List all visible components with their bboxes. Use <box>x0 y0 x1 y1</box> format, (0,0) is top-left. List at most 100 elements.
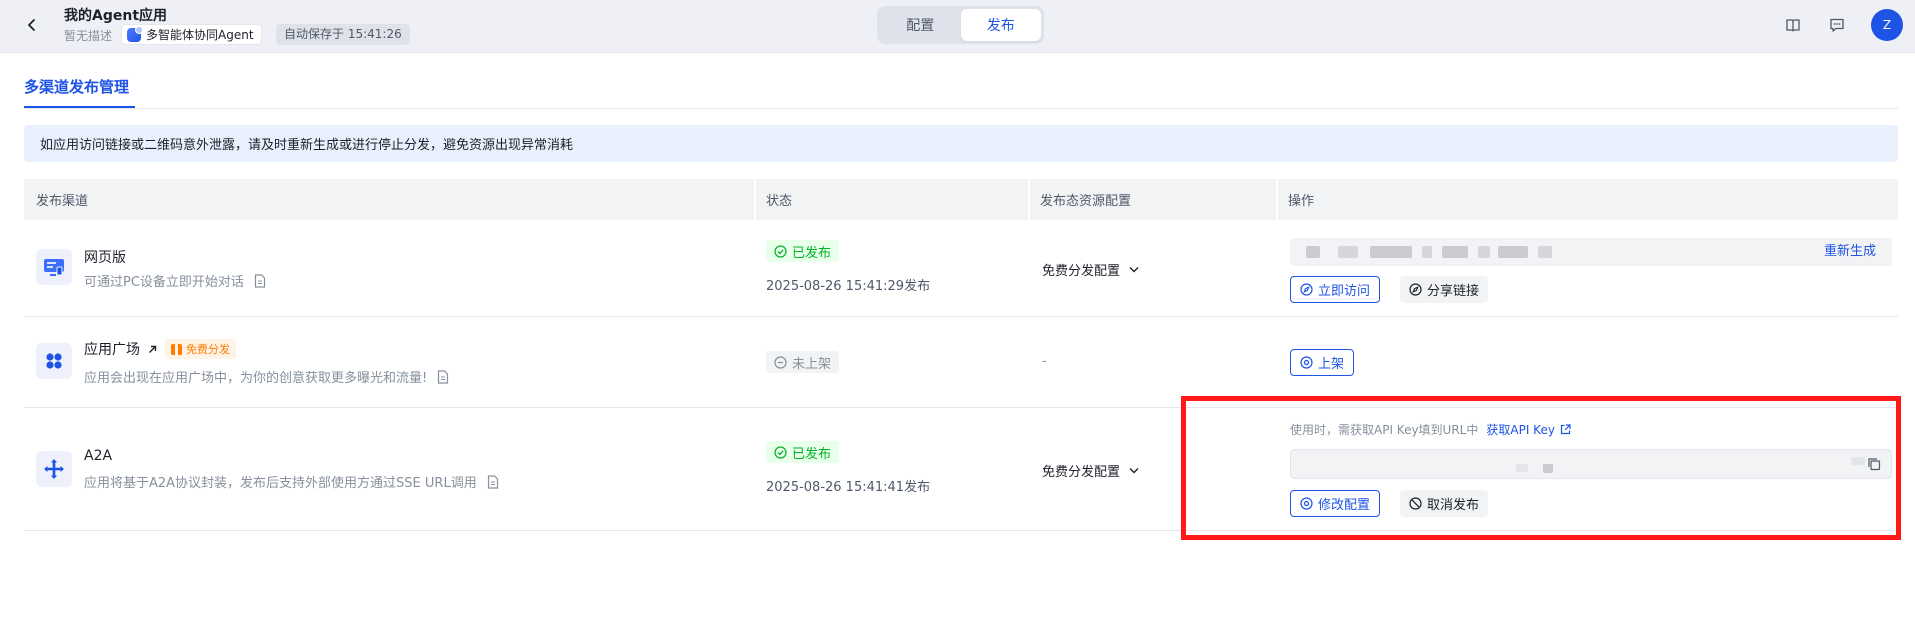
channel-description: 可通过PC设备立即开始对话 <box>84 271 268 290</box>
document-icon[interactable] <box>437 369 451 384</box>
section-title[interactable]: 多渠道发布管理 <box>24 76 129 97</box>
column-header-resource: 发布态资源配置 <box>1028 179 1276 220</box>
publish-time: 2025-08-26 15:41:29发布 <box>766 279 931 294</box>
masked-text <box>1306 246 1320 258</box>
publish-time: 2025-08-26 15:41:41发布 <box>766 480 931 495</box>
document-icon[interactable] <box>487 474 501 489</box>
status-badge-unlisted: 未上架 <box>766 351 840 373</box>
external-link-icon <box>1560 424 1571 435</box>
compass-icon <box>1409 283 1422 296</box>
minus-circle-icon <box>774 355 787 369</box>
resource-config-value: 免费分发配置 <box>1042 264 1121 279</box>
unpublish-label: 取消发布 <box>1427 498 1480 513</box>
docs-button[interactable] <box>1783 15 1803 35</box>
section-divider <box>24 108 1898 109</box>
top-bar: 我的Agent应用 暂无描述 多智能体协同Agent 自动保存于 15:41:2… <box>0 0 1915 53</box>
column-header-status: 状态 <box>754 179 1028 220</box>
channel-description: 应用会出现在应用广场中，为你的创意获取更多曝光和流量! <box>84 367 451 386</box>
resource-config-select[interactable]: 免费分发配置 <box>1042 461 1139 480</box>
table-row-marketplace: 应用广场 免费分发 应用会出现在应用广场中，为你的创意获取更多曝光和流量! 未上… <box>24 317 1898 408</box>
column-header-channel: 发布渠道 <box>36 194 89 209</box>
resource-config-value: 免费分发配置 <box>1042 465 1121 480</box>
app-title: 我的Agent应用 <box>64 8 168 24</box>
app-description: 暂无描述 <box>64 29 113 43</box>
status-badge-published: 已发布 <box>766 240 840 262</box>
autosave-status: 自动保存于 15:41:26 <box>276 24 410 45</box>
notice-text: 如应用访问链接或二维码意外泄露，请及时重新生成或进行停止分发，避免资源出现异常消… <box>40 138 574 153</box>
chevron-down-icon <box>1129 267 1139 273</box>
marketplace-channel-icon <box>36 343 72 379</box>
web-channel-icon <box>36 249 72 285</box>
masked-text <box>1543 464 1553 473</box>
channel-description-text: 应用将基于A2A协议封装，发布后支持外部使用方通过SSE URL调用 <box>84 476 477 491</box>
edit-config-label: 修改配置 <box>1318 498 1371 513</box>
column-header-actions: 操作 <box>1276 179 1898 220</box>
unpublish-button[interactable]: 取消发布 <box>1400 490 1489 517</box>
feedback-icon <box>1830 18 1844 32</box>
table-header: 发布渠道 状态 发布态资源配置 操作 <box>24 179 1898 220</box>
mode-switch: 配置 发布 <box>877 6 1044 44</box>
visit-now-label: 立即访问 <box>1318 284 1371 299</box>
status-text: 未上架 <box>792 356 832 372</box>
channel-description-text: 应用会出现在应用广场中，为你的创意获取更多曝光和流量! <box>84 371 428 386</box>
masked-text <box>1422 246 1432 258</box>
list-on-market-label: 上架 <box>1318 357 1345 372</box>
masked-text <box>1516 464 1528 472</box>
share-link-button[interactable]: 分享链接 <box>1400 276 1489 303</box>
check-circle-icon <box>774 445 787 459</box>
api-key-tip: 使用时，需获取API Key填到URL中 获取API Key <box>1290 421 1571 438</box>
agent-mode-tag: 多智能体协同Agent <box>121 24 262 45</box>
masked-text <box>1538 246 1552 258</box>
a2a-channel-icon <box>36 451 72 487</box>
masked-text <box>1442 246 1468 258</box>
warning-notice: 如应用访问链接或二维码意外泄露，请及时重新生成或进行停止分发，避免资源出现异常消… <box>24 125 1898 162</box>
table-row-a2a: A2A 应用将基于A2A协议封装，发布后支持外部使用方通过SSE URL调用 已… <box>24 408 1898 531</box>
chevron-down-icon <box>1129 468 1139 474</box>
share-link-label: 分享链接 <box>1427 284 1480 299</box>
resource-config-empty: - <box>1042 354 1047 369</box>
channel-description-text: 可通过PC设备立即开始对话 <box>84 275 244 290</box>
masked-text <box>1498 246 1528 258</box>
channel-name: A2A <box>84 448 113 464</box>
status-badge-published: 已发布 <box>766 441 840 463</box>
get-api-key-link[interactable]: 获取API Key <box>1486 421 1571 438</box>
edit-config-button[interactable]: 修改配置 <box>1290 490 1381 517</box>
compass-icon <box>1300 283 1313 296</box>
status-text: 已发布 <box>792 446 832 462</box>
agent-mode-label: 多智能体协同Agent <box>146 28 254 42</box>
masked-text <box>1338 246 1358 258</box>
ban-icon <box>1409 497 1422 510</box>
circle-dot-icon <box>1300 497 1313 510</box>
book-icon <box>1786 19 1800 32</box>
masked-text <box>1478 246 1490 258</box>
tab-config[interactable]: 配置 <box>880 9 961 41</box>
channel-name-group: 应用广场 免费分发 <box>84 339 236 359</box>
access-url-field: 重新生成 <box>1290 238 1892 266</box>
regenerate-link[interactable]: 重新生成 <box>1824 238 1876 266</box>
get-api-key-label: 获取API Key <box>1486 423 1555 437</box>
gift-icon <box>171 343 182 355</box>
channel-description: 应用将基于A2A协议封装，发布后支持外部使用方通过SSE URL调用 <box>84 472 501 491</box>
resource-config-select[interactable]: 免费分发配置 <box>1042 260 1139 279</box>
tab-publish[interactable]: 发布 <box>960 9 1041 41</box>
back-button[interactable] <box>22 14 42 36</box>
visit-now-button[interactable]: 立即访问 <box>1290 276 1381 303</box>
check-circle-icon <box>774 244 787 258</box>
arrow-up-right-icon[interactable] <box>148 345 157 354</box>
status-text: 已发布 <box>792 245 832 261</box>
agent-icon <box>127 25 143 42</box>
circle-dot-icon <box>1300 356 1313 369</box>
document-icon[interactable] <box>254 273 268 288</box>
copy-icon[interactable] <box>1867 457 1881 471</box>
list-on-market-button[interactable]: 上架 <box>1290 349 1355 376</box>
free-distribution-label: 免费分发 <box>186 343 230 356</box>
feedback-button[interactable] <box>1827 15 1847 35</box>
channel-name[interactable]: 应用广场 <box>84 339 140 359</box>
user-avatar[interactable]: Z <box>1871 9 1903 41</box>
chevron-left-icon <box>28 19 35 31</box>
api-key-tip-text: 使用时，需获取API Key填到URL中 <box>1290 423 1479 437</box>
table-row-web: 网页版 可通过PC设备立即开始对话 已发布 2025-08-26 15:41:2… <box>24 220 1898 317</box>
free-distribution-badge: 免费分发 <box>165 339 236 359</box>
masked-text <box>1370 246 1412 258</box>
masked-text <box>1851 457 1865 465</box>
